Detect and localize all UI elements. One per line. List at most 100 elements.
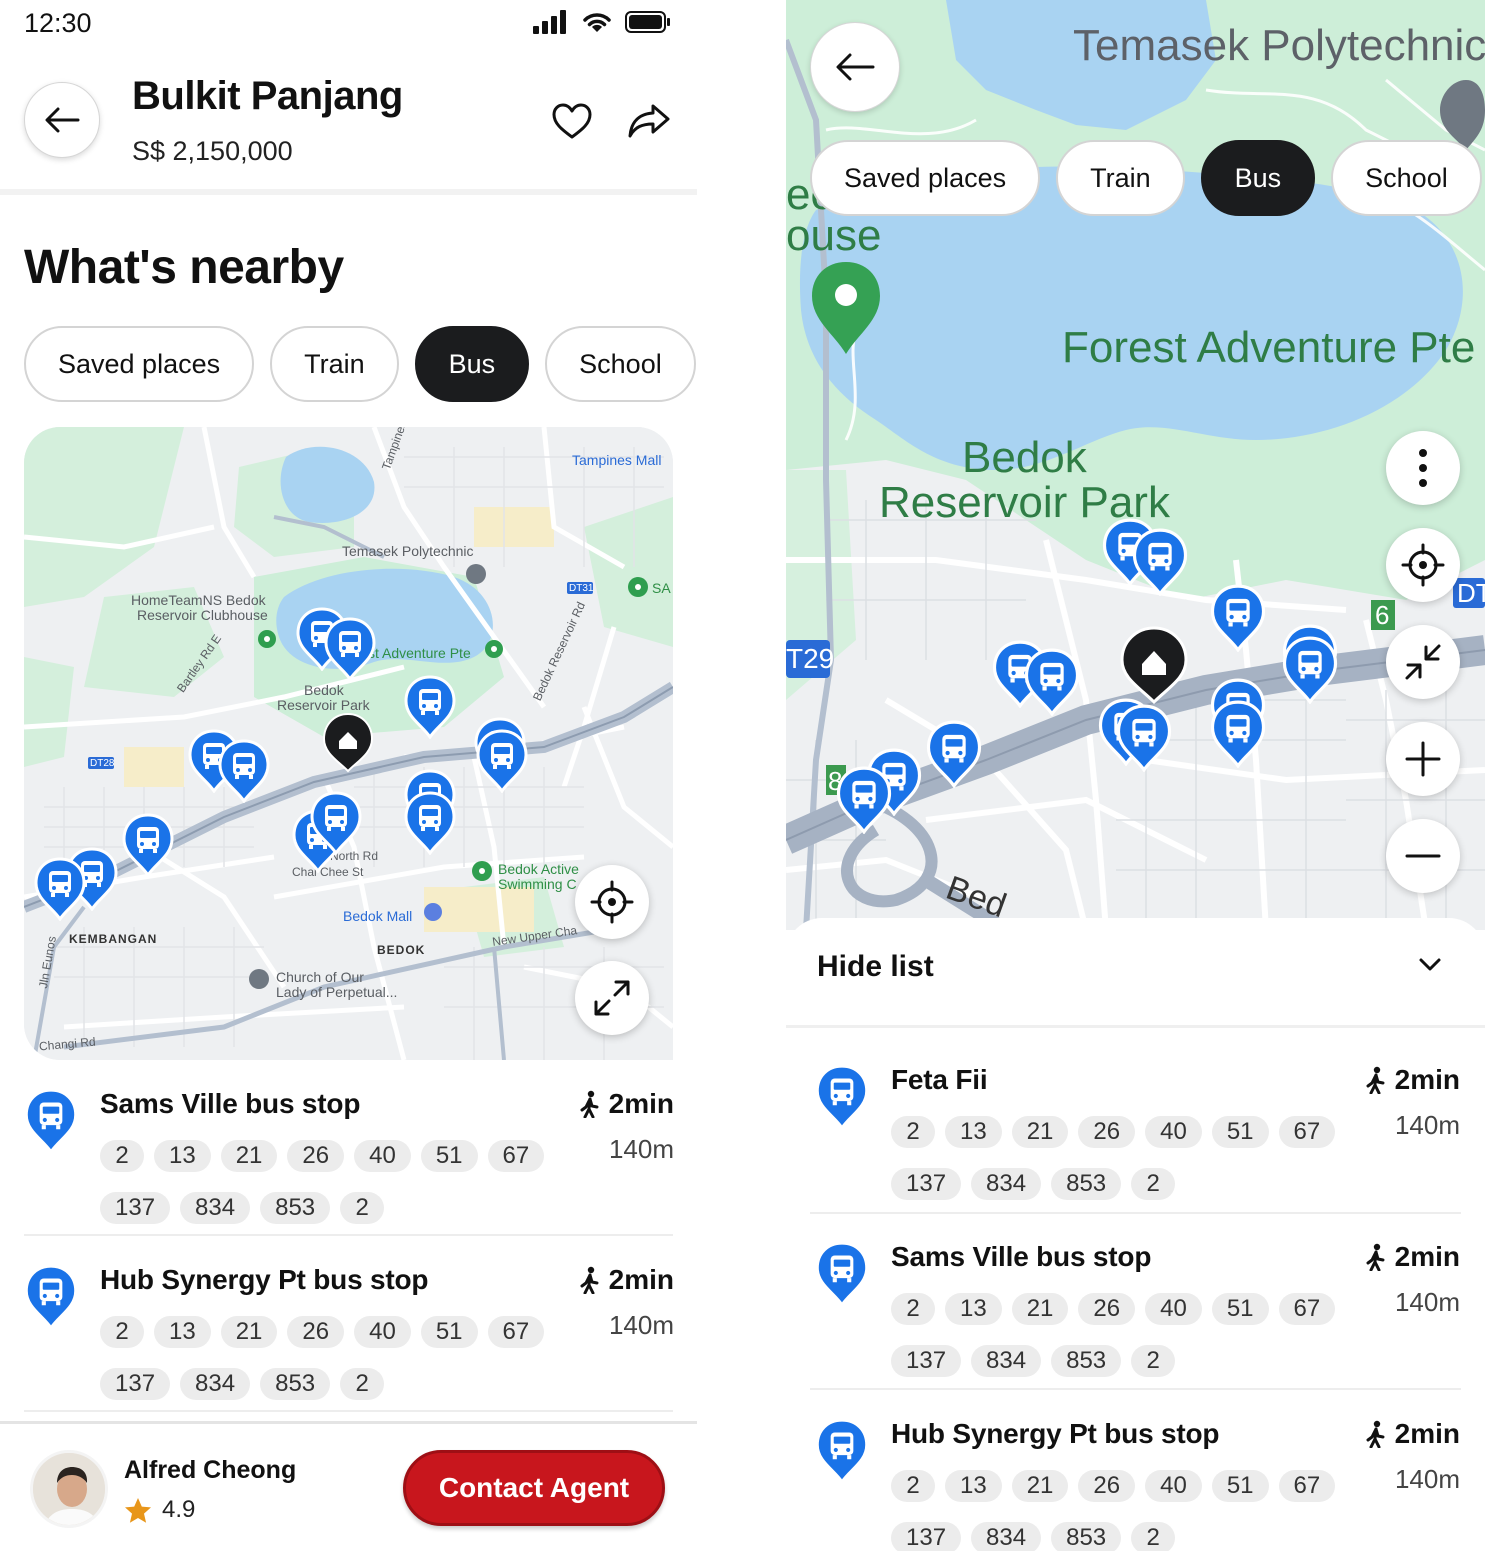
chip-train[interactable]: Train xyxy=(270,326,399,402)
walk-time: 2min xyxy=(1365,1241,1460,1273)
chevron-down-icon[interactable] xyxy=(1416,954,1444,974)
route-tag: 834 xyxy=(971,1168,1042,1200)
route-tag: 137 xyxy=(891,1168,962,1200)
route-tag: 67 xyxy=(1278,1116,1336,1148)
list-item[interactable]: Sams Ville bus stop 2min 140m 2 13 21 26 40 5… xyxy=(24,1088,674,1224)
agent-rating-value: 4.9 xyxy=(162,1496,196,1523)
route-tag: 834 xyxy=(971,1345,1042,1377)
walk-icon xyxy=(1366,1420,1385,1448)
category-chips: Saved places Train Bus School xyxy=(810,140,1485,216)
map-label-ouse: ouse xyxy=(786,211,882,260)
list-item[interactable]: Sams Ville bus stop 2min 140m 2 13 21 26 40 5… xyxy=(815,1241,1460,1377)
divider xyxy=(810,1212,1461,1214)
fullscreen-map[interactable]: Temasek Polytechnic ec ouse Forest Adven… xyxy=(786,0,1485,930)
bus-stop-pin[interactable] xyxy=(1282,636,1338,705)
list-item[interactable]: Hub Synergy Pt bus stop 2min 140m 2 13 21 2… xyxy=(815,1418,1460,1551)
expand-map-button[interactable] xyxy=(575,961,649,1035)
bus-stop-icon xyxy=(815,1418,869,1485)
chip-school[interactable]: School xyxy=(545,326,696,402)
avatar[interactable] xyxy=(30,1450,108,1528)
nearby-map[interactable]: Tampines Mall Tampines Ave Temasek Polyt… xyxy=(24,427,673,1060)
bus-stop-pin[interactable] xyxy=(1132,528,1188,597)
bus-stop-pin[interactable] xyxy=(476,729,528,794)
bus-icon xyxy=(24,1264,78,1331)
route-tag: 67 xyxy=(1278,1470,1336,1502)
bus-icon xyxy=(404,791,456,856)
chip-bus[interactable]: Bus xyxy=(1200,140,1316,216)
contact-agent-button[interactable]: Contact Agent xyxy=(403,1450,665,1526)
zoom-in-button[interactable] xyxy=(1386,722,1460,796)
bus-icon xyxy=(815,1241,869,1308)
route-tag: 137 xyxy=(100,1368,171,1400)
map-label-dt28: DT28 xyxy=(90,758,115,769)
divider xyxy=(24,1410,673,1412)
listing-title: Bulkit Panjang xyxy=(132,74,403,118)
expand-icon xyxy=(594,980,630,1016)
bus-stop-pin[interactable] xyxy=(1210,584,1266,653)
route-tag: 853 xyxy=(1051,1168,1122,1200)
bus-stop-pin[interactable] xyxy=(404,675,456,740)
map-label-bedok-mall: Bedok Mall xyxy=(343,908,413,924)
bus-stop-name: Hub Synergy Pt bus stop xyxy=(891,1418,1220,1449)
bus-stop-pin[interactable] xyxy=(926,720,982,789)
route-tag: 21 xyxy=(1011,1470,1069,1502)
more-options-button[interactable] xyxy=(1386,431,1460,505)
route-tag: 853 xyxy=(1051,1345,1122,1377)
walk-icon xyxy=(1366,1243,1385,1271)
bus-stop-pin[interactable] xyxy=(836,766,892,835)
bus-stop-icon xyxy=(24,1088,78,1155)
chip-saved-places[interactable]: Saved places xyxy=(24,326,255,402)
share-button[interactable] xyxy=(626,98,672,144)
bus-icon xyxy=(404,675,456,740)
bus-icon xyxy=(815,1064,869,1131)
bus-stop-pin[interactable] xyxy=(1210,700,1266,769)
collapse-map-button[interactable] xyxy=(1386,625,1460,699)
bus-stop-pin[interactable] xyxy=(122,813,174,878)
chip-school[interactable]: School xyxy=(1331,140,1482,216)
route-tags: 2 13 21 26 40 51 67 137 834 853 2 xyxy=(891,1116,1351,1200)
walk-time-value: 2min xyxy=(1394,1064,1460,1095)
chip-train[interactable]: Train xyxy=(1056,140,1185,216)
route-tag: 13 xyxy=(945,1293,1002,1325)
walk-distance: 140m xyxy=(1394,1110,1460,1140)
zoom-out-button[interactable] xyxy=(1386,819,1460,893)
chip-saved-places[interactable]: Saved places xyxy=(810,140,1041,216)
route-tag: 2 xyxy=(1131,1522,1176,1551)
section-title: What's nearby xyxy=(24,241,344,294)
sheet-header[interactable]: Hide list xyxy=(786,918,1485,1028)
bus-stop-pin[interactable] xyxy=(310,791,362,856)
bus-stop-pin[interactable] xyxy=(34,857,86,922)
walk-time: 2min xyxy=(1365,1418,1460,1450)
bus-icon xyxy=(1132,528,1188,597)
back-button[interactable] xyxy=(810,22,900,112)
route-tag: 26 xyxy=(1078,1116,1136,1148)
back-button[interactable] xyxy=(24,82,100,158)
status-bar: 12:30 xyxy=(0,0,697,50)
divider xyxy=(24,1234,673,1236)
chip-bus[interactable]: Bus xyxy=(414,326,530,402)
locate-button[interactable] xyxy=(575,865,649,939)
favorite-button[interactable] xyxy=(549,98,595,144)
map-label-six: 6 xyxy=(1375,600,1390,630)
bus-stop-pin[interactable] xyxy=(218,739,270,804)
map-label-t29: T29 xyxy=(786,643,835,674)
hide-list-label: Hide list xyxy=(817,950,934,983)
bus-icon xyxy=(324,617,376,682)
bus-stop-name: Sams Ville bus stop xyxy=(100,1088,361,1119)
locate-icon xyxy=(590,880,634,924)
list-item[interactable]: Feta Fii 2min 140m 2 13 21 26 40 51 67 137 834 85… xyxy=(815,1064,1460,1200)
locate-icon xyxy=(1401,543,1445,587)
bus-stop-pin[interactable] xyxy=(404,791,456,856)
route-tag: 51 xyxy=(420,1140,478,1172)
walk-time: 2min xyxy=(579,1088,674,1120)
route-tag: 853 xyxy=(1051,1522,1122,1551)
more-icon xyxy=(1419,449,1427,487)
bus-stop-pin[interactable] xyxy=(324,617,376,682)
route-tag: 26 xyxy=(287,1316,345,1348)
list-item[interactable]: Hub Synergy Pt bus stop 2min 140m 2 13 21 2… xyxy=(24,1264,674,1400)
bus-stop-pin[interactable] xyxy=(1024,648,1080,717)
locate-button[interactable] xyxy=(1386,528,1460,602)
bus-stop-pin[interactable] xyxy=(1116,704,1172,773)
category-chips: Saved places Train Bus School xyxy=(24,326,697,402)
map-canvas xyxy=(24,427,673,1060)
